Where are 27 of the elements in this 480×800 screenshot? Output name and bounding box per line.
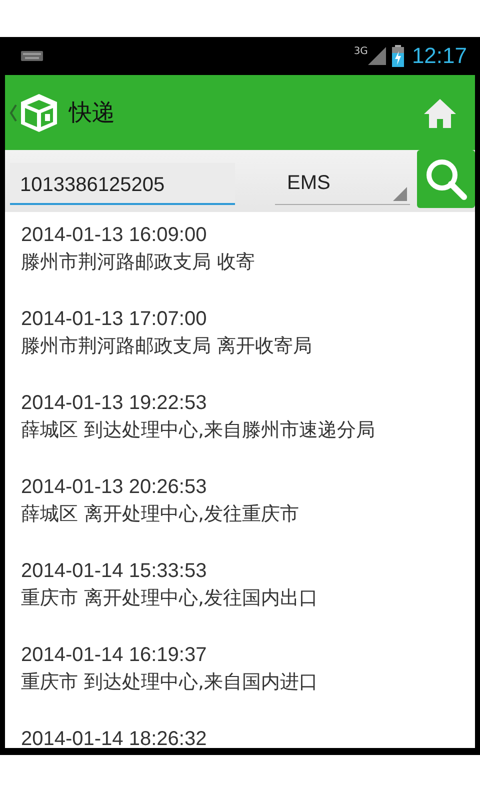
event-description: 薛城区 到达处理中心,来自滕州市速递分局	[21, 418, 376, 443]
battery-icon	[392, 45, 404, 67]
package-icon	[19, 92, 59, 134]
search-icon	[424, 157, 468, 201]
event-time: 2014-01-13 17:07:00	[21, 307, 207, 332]
event-description: 重庆市 离开处理中心,发往国内出口	[21, 586, 318, 611]
tracking-number-field[interactable]: 1013386125205	[10, 163, 235, 205]
search-button[interactable]	[417, 150, 475, 208]
event-time: 2014-01-13 20:26:53	[21, 475, 207, 500]
clock-time: 12:17	[412, 43, 467, 69]
keyboard-icon	[21, 51, 43, 61]
carrier-dropdown[interactable]: EMS	[275, 163, 410, 205]
event-time: 2014-01-13 19:22:53	[21, 391, 207, 416]
network-type: 3G	[354, 47, 368, 57]
home-icon	[423, 96, 457, 128]
event-description: 滕州市荆河路邮政支局 收寄	[21, 250, 256, 275]
event-time: 2014-01-14 18:26:32	[21, 727, 207, 748]
event-time: 2014-01-14 15:33:53	[21, 559, 207, 584]
event-time: 2014-01-14 16:19:37	[21, 643, 207, 668]
dropdown-arrow-icon	[393, 187, 407, 201]
event-description: 滕州市荆河路邮政支局 离开收寄局	[21, 334, 312, 359]
event-description: 重庆市 到达处理中心,来自国内进口	[21, 670, 318, 695]
caret-icon	[9, 104, 17, 122]
event-time: 2014-01-13 16:09:00	[21, 223, 207, 248]
signal-icon	[368, 47, 386, 65]
screen-title: 快递	[69, 99, 115, 128]
event-description: 薛城区 离开处理中心,发往重庆市	[21, 502, 300, 527]
